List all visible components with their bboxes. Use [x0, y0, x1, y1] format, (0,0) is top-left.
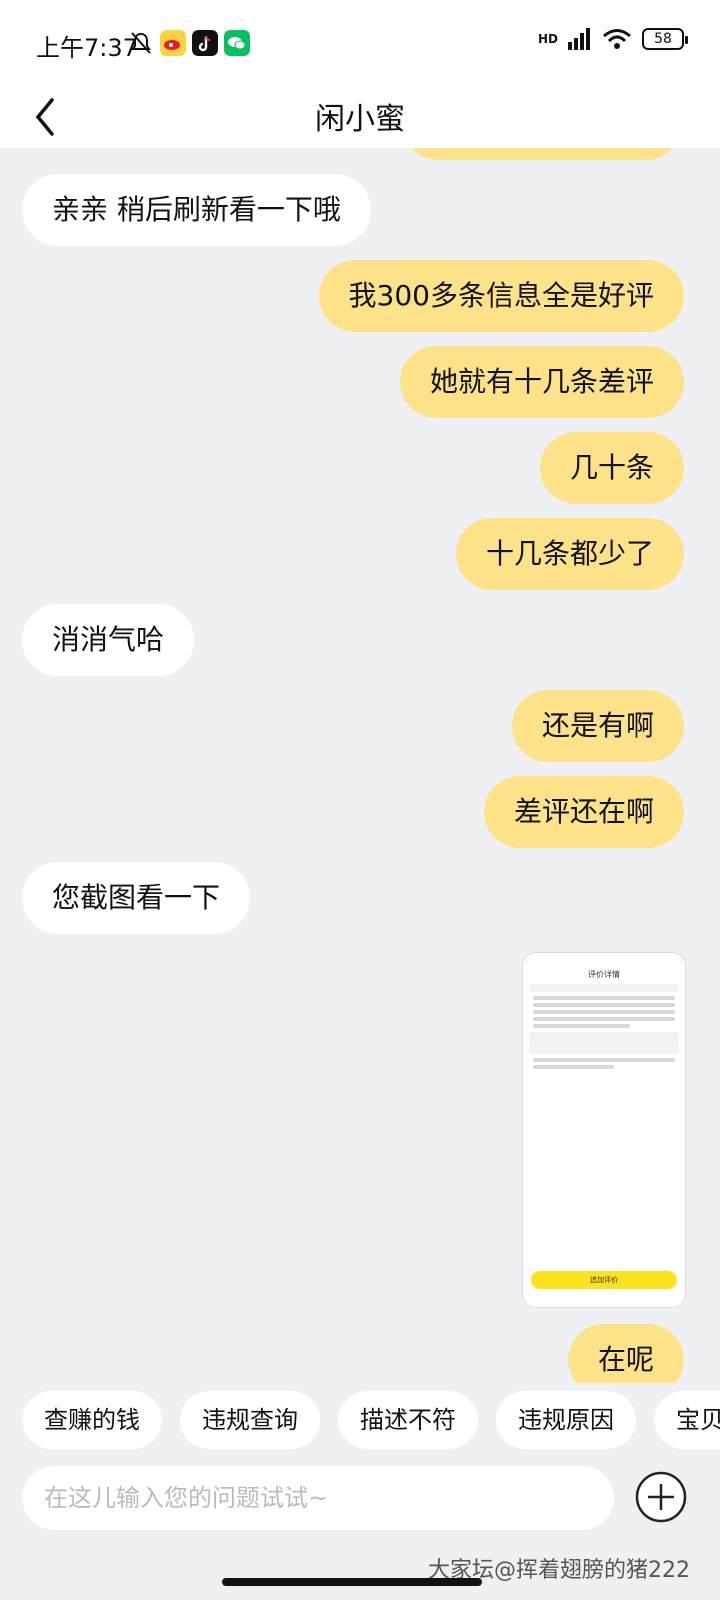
- message-input[interactable]: [22, 1466, 614, 1530]
- screenshot-line: [533, 1010, 675, 1014]
- network-label: HD: [537, 32, 558, 46]
- quick-reply-chip[interactable]: 查赚的钱: [22, 1391, 162, 1449]
- message-bubble[interactable]: 消消气哈: [22, 604, 195, 676]
- weibo-icon: [160, 30, 186, 56]
- screenshot-caption: 评价详情: [588, 970, 620, 979]
- quick-reply-chip[interactable]: 违规原因: [496, 1391, 636, 1449]
- message-bubble[interactable]: 她就有十几条差评: [399, 346, 684, 418]
- message-bubble[interactable]: 您截图看一下: [22, 862, 251, 934]
- message-bubble-partial: [402, 148, 682, 160]
- screenshot-image-message[interactable]: 评价详情 追加评价: [522, 952, 686, 1308]
- screenshot-button-label: 追加评价: [590, 1276, 618, 1284]
- message-text: 消消气哈: [52, 623, 165, 656]
- wifi-icon: [603, 29, 631, 49]
- status-time: 上午7:37: [36, 34, 138, 62]
- message-bubble[interactable]: 我300多条信息全是好评: [318, 260, 684, 332]
- quick-reply-chip[interactable]: 描述不符: [338, 1391, 478, 1449]
- message-text: 还是有啊: [541, 709, 654, 742]
- message-text: 她就有十几条差评: [429, 365, 654, 398]
- status-bar: 上午7:37 HD 58: [0, 0, 720, 86]
- screenshot-line: [533, 996, 675, 1000]
- message-text: 几十条: [569, 451, 654, 484]
- quick-reply-chip[interactable]: 违规查询: [180, 1391, 320, 1449]
- message-bubble[interactable]: 在呢: [567, 1324, 684, 1383]
- message-bubble[interactable]: 几十条: [539, 432, 684, 504]
- battery-icon: 58: [642, 28, 688, 50]
- signal-icon: [568, 28, 590, 50]
- message-bubble[interactable]: 亲亲 稍后刷新看一下哦: [22, 174, 371, 246]
- message-list[interactable]: 亲亲 稍后刷新看一下哦 我300多条信息全是好评 她就有十几条差评 几十条 十几…: [0, 148, 720, 1383]
- message-text: 在呢: [597, 1343, 654, 1376]
- battery-level: 58: [654, 31, 672, 47]
- screenshot-block: [529, 984, 679, 992]
- message-bubble[interactable]: 差评还在啊: [483, 776, 684, 848]
- message-bubble[interactable]: 还是有啊: [511, 690, 684, 762]
- message-bubble[interactable]: 十几条都少了: [455, 518, 684, 590]
- screenshot-line: [533, 1058, 675, 1062]
- screenshot-line: [533, 1065, 614, 1069]
- message-text: 差评还在啊: [513, 795, 654, 828]
- message-text: 您截图看一下: [52, 881, 221, 914]
- screenshot-button: 追加评价: [531, 1271, 677, 1289]
- message-text: 我300多条信息全是好评: [348, 279, 654, 312]
- input-bar: 大家坛@挥着翅膀的猪222: [0, 1460, 720, 1600]
- screenshot-line: [533, 1024, 631, 1028]
- screenshot-line: [533, 1017, 675, 1021]
- screenshot-block: [529, 1032, 679, 1054]
- mute-bell-icon: [131, 32, 151, 54]
- plus-circle-icon[interactable]: [634, 1470, 688, 1524]
- screenshot-line: [533, 1003, 675, 1007]
- tiktok-icon: [192, 30, 218, 56]
- page-title: 闲小蜜: [315, 102, 405, 137]
- wechat-icon: [224, 30, 250, 56]
- message-text: 亲亲 稍后刷新看一下哦: [52, 193, 341, 226]
- chat-header: 闲小蜜: [0, 86, 720, 148]
- message-text: 十几条都少了: [485, 537, 654, 570]
- quick-reply-bar[interactable]: 查赚的钱 违规查询 描述不符 违规原因 宝贝: [0, 1385, 720, 1465]
- home-indicator[interactable]: [222, 1578, 482, 1586]
- quick-reply-chip[interactable]: 宝贝: [654, 1391, 720, 1449]
